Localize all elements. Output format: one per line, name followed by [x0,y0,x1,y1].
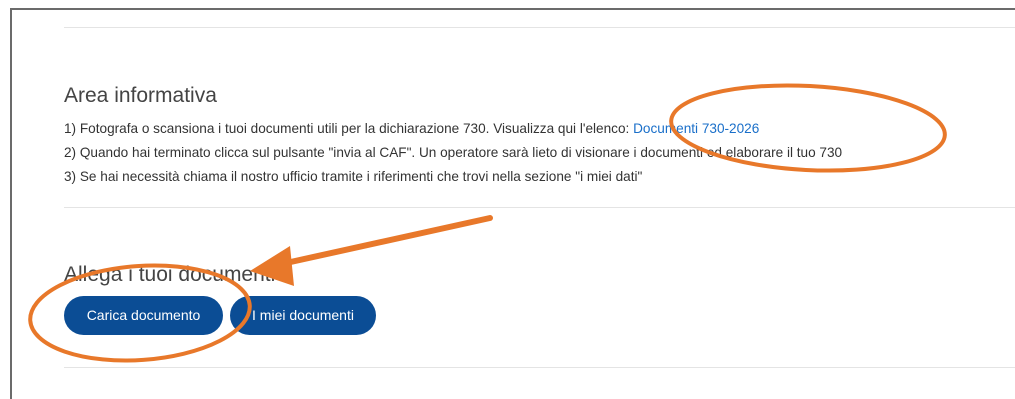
divider-bottom [64,367,1015,368]
info-line-1: 1) Fotografa o scansiona i tuoi document… [64,120,759,138]
content-frame [10,8,1015,399]
info-line-3: 3) Se hai necessità chiama il nostro uff… [64,169,643,184]
divider-top [64,27,1015,28]
my-documents-button[interactable]: I miei documenti [230,296,376,335]
attach-section-title: Allega i tuoi documenti [64,263,276,286]
divider-middle [64,207,1015,208]
info-line-2: 2) Quando hai terminato clicca sul pulsa… [64,145,843,160]
info-line-1-text: 1) Fotografa o scansiona i tuoi document… [64,121,634,136]
documents-730-link[interactable]: Documenti 730-2026 [633,121,759,136]
upload-document-button[interactable]: Carica documento [64,296,223,335]
info-section-title: Area informativa [64,84,217,107]
